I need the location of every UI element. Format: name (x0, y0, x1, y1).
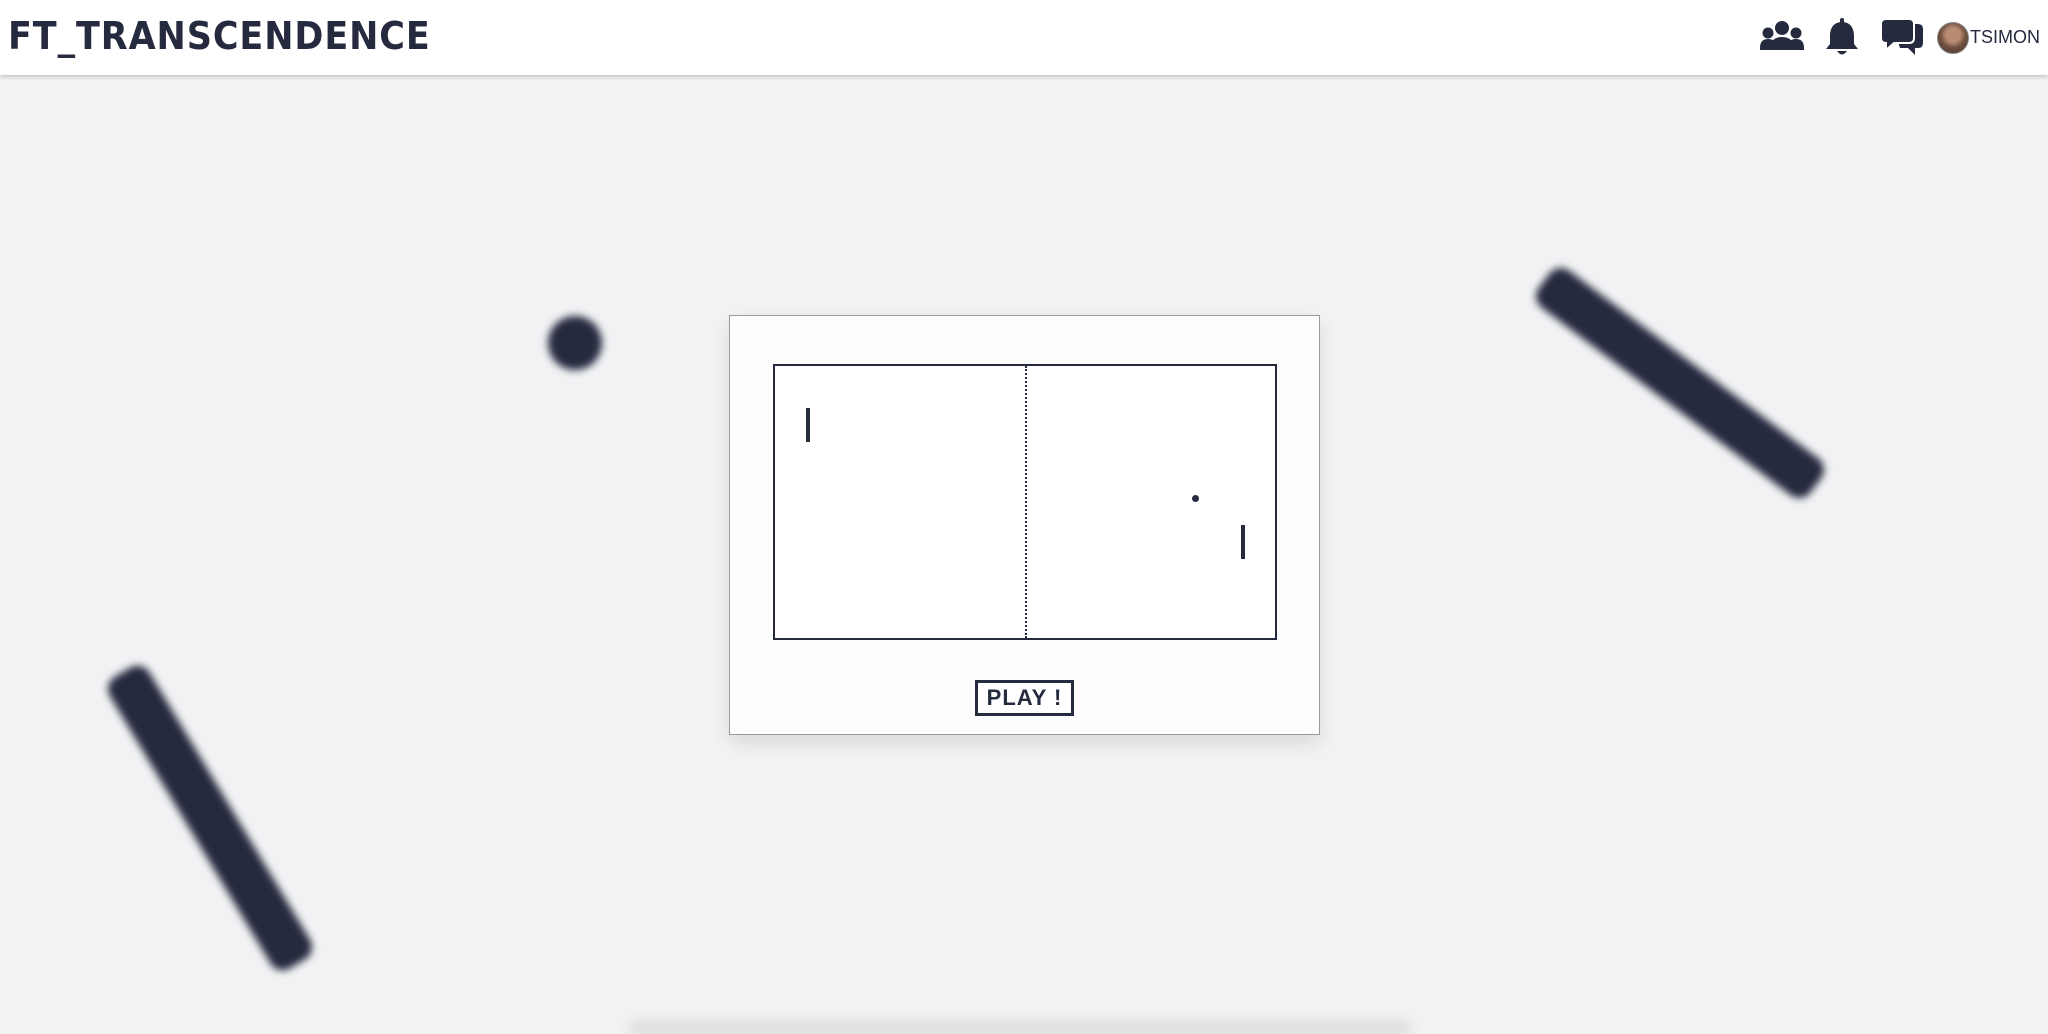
top-navbar: FT_TRANSCENDENCE TSIMON (0, 0, 2048, 75)
decorative-paddle (1530, 262, 1830, 504)
bell-icon[interactable] (1819, 15, 1865, 61)
left-paddle (806, 408, 810, 442)
right-paddle (1241, 525, 1245, 559)
username[interactable]: TSIMON (1970, 27, 2040, 48)
court-center-line (1025, 366, 1027, 638)
app-title[interactable]: FT_TRANSCENDENCE (8, 14, 431, 58)
pong-ball (1192, 495, 1199, 502)
chat-icon[interactable] (1879, 15, 1925, 61)
nav-icons: TSIMON (1745, 0, 2040, 75)
decorative-paddle (102, 660, 318, 976)
friends-icon[interactable] (1759, 15, 1805, 61)
game-card: PLAY ! (729, 315, 1320, 735)
bottom-shadow (630, 1022, 1410, 1034)
play-button[interactable]: PLAY ! (975, 680, 1074, 716)
decorative-ball (548, 316, 602, 370)
pong-court (773, 364, 1277, 640)
user-menu[interactable]: TSIMON (1937, 21, 2040, 54)
avatar[interactable] (1937, 21, 1969, 54)
